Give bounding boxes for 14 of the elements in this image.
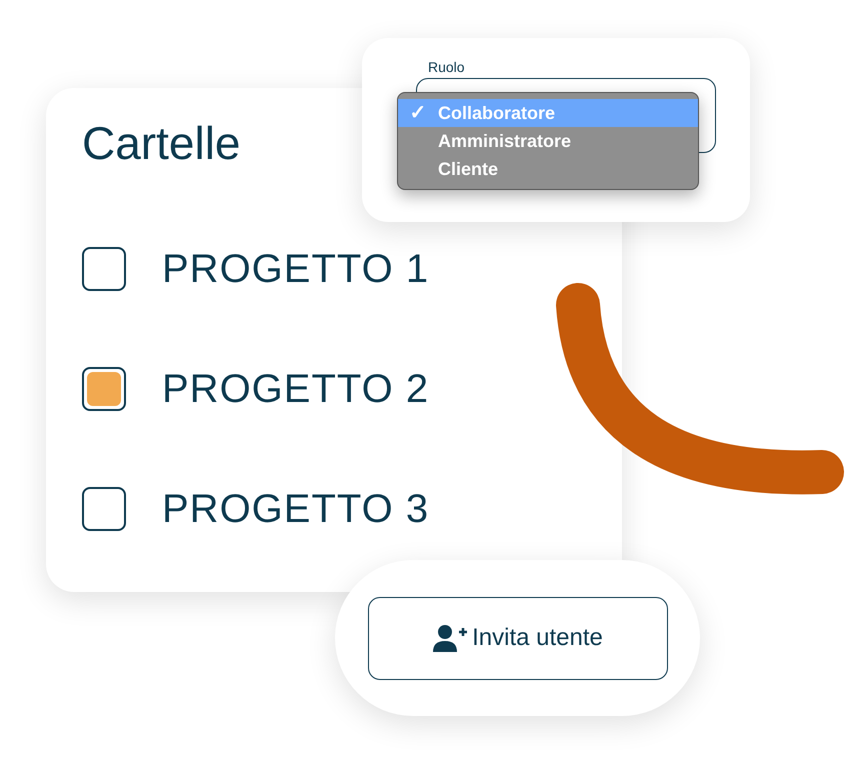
menu-option[interactable]: ✓ Collaboratore <box>398 99 698 127</box>
folder-label: PROGETTO 2 <box>162 369 430 409</box>
folder-label: PROGETTO 1 <box>162 249 430 289</box>
card-title: Cartelle <box>82 120 241 166</box>
invite-button[interactable]: Invita utente <box>368 596 668 680</box>
check-mark: ✓ <box>410 101 426 126</box>
checkbox[interactable] <box>82 487 126 531</box>
checkbox[interactable] <box>82 367 126 411</box>
user-plus-icon <box>432 624 468 652</box>
checkbox[interactable] <box>82 247 126 291</box>
folder-label: PROGETTO 3 <box>162 489 430 529</box>
menu-option[interactable]: Amministratore <box>398 127 698 155</box>
menu-option[interactable]: Cliente <box>398 155 698 183</box>
field-label: Ruolo <box>428 60 465 74</box>
